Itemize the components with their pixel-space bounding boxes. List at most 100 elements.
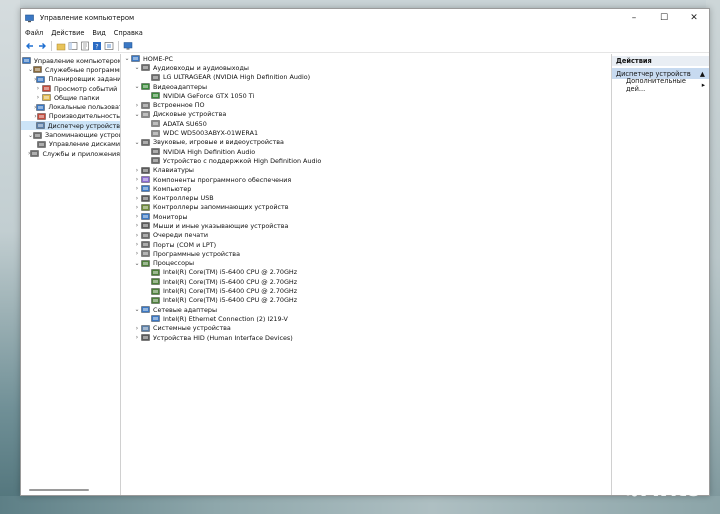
collapsed-chevron-icon[interactable]: › (133, 325, 141, 332)
collapsed-chevron-icon[interactable]: › (133, 250, 141, 257)
help-icon[interactable]: ? (92, 41, 102, 51)
device-tree-item-row[interactable]: Intel(R) Core(TM) i5-6400 CPU @ 2.70GHz (121, 277, 611, 286)
up-folder-icon[interactable] (56, 41, 66, 51)
device-tree-item-row[interactable]: › Программные устройства (121, 249, 611, 258)
device-tree-item-label: Intel(R) Core(TM) i5-6400 CPU @ 2.70GHz (163, 287, 298, 296)
device-tree-item-row[interactable]: ⌄ Процессоры (121, 259, 611, 268)
device-tree-item-row[interactable]: › Очереди печати (121, 231, 611, 240)
device-tree-item-row[interactable]: Intel(R) Ethernet Connection (2) I219-V (121, 314, 611, 323)
processor-icon (151, 287, 160, 295)
device-tree-item-row[interactable]: Intel(R) Core(TM) i5-6400 CPU @ 2.70GHz (121, 296, 611, 305)
export-list-icon[interactable] (104, 41, 114, 51)
menu-help[interactable]: Справка (114, 29, 143, 37)
device-tree-item-row[interactable]: › Компоненты программного обеспечения (121, 175, 611, 184)
device-tree-item-label: LG ULTRAGEAR (NVIDIA High Definition Aud… (163, 73, 311, 82)
collapsed-chevron-icon[interactable]: › (34, 94, 42, 101)
device-tree-item-row[interactable]: ADATA SU650 (121, 119, 611, 128)
console-tree-item-row[interactable]: › Производительность (21, 112, 120, 121)
device-tree-item-row[interactable]: ⌄ Звуковые, игровые и видеоустройства (121, 138, 611, 147)
console-tree-item-row[interactable]: ⌄Запоминающие устройства (21, 130, 120, 139)
device-tree-item-label: Системные устройства (153, 324, 231, 333)
collapsed-chevron-icon[interactable]: › (133, 195, 141, 202)
collapsed-chevron-icon[interactable]: › (133, 176, 141, 183)
device-tree-item-row[interactable]: NVIDIA GeForce GTX 1050 Ti (121, 91, 611, 100)
console-tree-item-row[interactable]: ⌄ Служебные программы (21, 65, 120, 74)
collapsed-chevron-icon[interactable]: › (133, 213, 141, 220)
device-tree-item-row[interactable]: ⌄ Сетевые адаптеры (121, 305, 611, 314)
device-tree-item-row[interactable]: › Устройства HID (Human Interface Devices… (121, 333, 611, 342)
console-tree-item-row[interactable]: › Просмотр событий (21, 84, 120, 93)
menu-file[interactable]: Файл (25, 29, 43, 37)
device-tree-item-label: Мониторы (153, 212, 188, 221)
shared-folders-icon (42, 94, 51, 102)
expanded-chevron-icon[interactable]: ⌄ (133, 260, 141, 267)
device-tree-item-row[interactable]: NVIDIA High Definition Audio (121, 147, 611, 156)
console-tree-item-row[interactable]: › Службы и приложения (21, 149, 120, 158)
device-tree-item-row[interactable]: › Контроллеры запоминающих устройств (121, 203, 611, 212)
desktop-wallpaper-left (0, 0, 20, 514)
scan-hardware-icon[interactable] (123, 41, 133, 51)
device-tree-item-label: Intel(R) Core(TM) i5-6400 CPU @ 2.70GHz (163, 277, 298, 286)
expanded-chevron-icon[interactable]: ⌄ (133, 111, 141, 118)
collapsed-chevron-icon[interactable]: › (133, 334, 141, 341)
minimize-button[interactable]: – (619, 9, 649, 27)
forward-arrow-icon[interactable] (37, 41, 47, 51)
collapsed-chevron-icon[interactable]: › (133, 222, 141, 229)
expanded-chevron-icon[interactable]: ⌄ (133, 139, 141, 146)
collapsed-chevron-icon[interactable]: › (133, 232, 141, 239)
back-arrow-icon[interactable] (25, 41, 35, 51)
menu-action[interactable]: Действие (51, 29, 84, 37)
device-tree-item-row[interactable]: Устройство с поддержкой High Definition … (121, 156, 611, 165)
device-tree-item-row[interactable]: WDC WD5003ABYX-01WERA1 (121, 128, 611, 137)
console-tree-item-row[interactable]: › Планировщик заданий (21, 75, 120, 84)
device-tree-item-row[interactable]: › Контроллеры USB (121, 193, 611, 202)
device-tree-item-row[interactable]: LG ULTRAGEAR (NVIDIA High Definition Aud… (121, 73, 611, 82)
console-tree-item-row[interactable]: › Локальные пользовате (21, 102, 120, 111)
device-tree-item-label: Компоненты программного обеспечения (153, 175, 292, 184)
more-actions-item[interactable]: Дополнительные дей... ▸ (612, 77, 709, 93)
menu-view[interactable]: Вид (92, 29, 105, 37)
device-tree-item-row[interactable]: Intel(R) Core(TM) i5-6400 CPU @ 2.70GHz (121, 286, 611, 295)
device-tree-item-row[interactable]: ⌄ Аудиовходы и аудиовыходы (121, 63, 611, 72)
console-tree-icon[interactable] (68, 41, 78, 51)
device-tree-item-label: Видеоадаптеры (153, 82, 207, 91)
console-tree-item-row[interactable]: Управление компьютером (л (21, 56, 120, 65)
disk-drive-icon (151, 120, 160, 127)
properties-icon[interactable] (80, 41, 90, 51)
expanded-chevron-icon[interactable]: ⌄ (133, 306, 141, 313)
submenu-arrow-icon: ▸ (701, 80, 705, 89)
display-adapter-icon (151, 92, 160, 100)
expanded-chevron-icon[interactable]: ⌄ (133, 64, 141, 71)
device-tree-item-row[interactable]: › Мониторы (121, 212, 611, 221)
device-tree-item-row[interactable]: › Компьютер (121, 184, 611, 193)
audio-icon (151, 74, 160, 81)
device-tree-item-row[interactable]: › Системные устройства (121, 324, 611, 333)
device-tree-item-row[interactable]: ⌄ HOME-PC (121, 54, 611, 63)
console-tree-item-row[interactable]: Диспетчер устройств (21, 121, 120, 131)
collapsed-chevron-icon[interactable]: › (133, 185, 141, 192)
toolbar-separator (118, 40, 119, 51)
close-button[interactable]: ✕ (679, 9, 709, 27)
console-tree-item-row[interactable]: Управление дисками (21, 140, 120, 149)
console-tree-item-label: Диспетчер устройств (47, 121, 120, 130)
device-tree-item-row[interactable]: Intel(R) Core(TM) i5-6400 CPU @ 2.70GHz (121, 268, 611, 277)
collapsed-chevron-icon[interactable]: › (133, 241, 141, 248)
device-tree-item-row[interactable]: › Порты (COM и LPT) (121, 240, 611, 249)
horizontal-scrollbar[interactable] (29, 489, 89, 491)
collapsed-chevron-icon[interactable]: › (34, 85, 42, 92)
collapsed-chevron-icon[interactable]: › (133, 102, 141, 109)
expanded-chevron-icon[interactable]: ⌄ (133, 83, 141, 90)
device-tree-item-row[interactable]: ⌄ Дисковые устройства (121, 110, 611, 119)
device-tree-item-row[interactable]: › Мыши и иные указывающие устройства (121, 221, 611, 230)
device-tree-item-row[interactable]: ⌄ Видеоадаптеры (121, 82, 611, 91)
expanded-chevron-icon[interactable]: ⌄ (123, 55, 131, 62)
device-tree-item-row[interactable]: › Встроенное ПО (121, 100, 611, 109)
system-device-icon (141, 325, 150, 332)
network-icon (141, 306, 150, 313)
collapsed-chevron-icon[interactable]: › (133, 204, 141, 211)
console-tree-item-row[interactable]: › Общие папки (21, 93, 120, 102)
collapsed-chevron-icon[interactable]: › (133, 167, 141, 174)
maximize-button[interactable]: ☐ (649, 9, 679, 27)
disk-drive-icon (151, 129, 160, 137)
device-tree-item-row[interactable]: › Клавиатуры (121, 166, 611, 175)
